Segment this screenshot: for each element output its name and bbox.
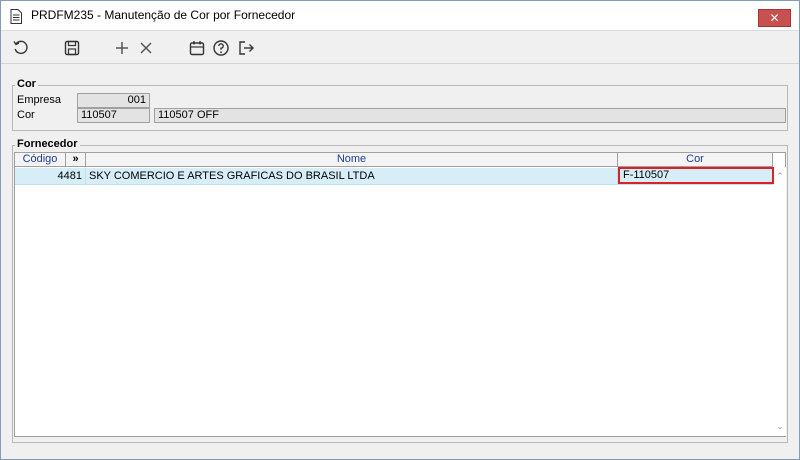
window-title: PRDFM235 - Manutenção de Cor por Fornece… [31,8,296,22]
main-window: PRDFM235 - Manutenção de Cor por Fornece… [0,0,800,460]
cor-description-field: 110507 OFF [154,108,786,123]
add-icon[interactable] [113,39,131,57]
column-header-codigo[interactable]: Código [15,153,66,167]
delete-icon[interactable] [137,39,155,57]
scroll-down-icon[interactable]: ⌄ [774,420,786,432]
save-icon[interactable] [63,39,81,57]
column-header-expand[interactable]: » [66,153,86,167]
fornecedor-group-title: Fornecedor [15,138,80,150]
close-button[interactable]: ✕ [758,9,791,27]
cor-code-field[interactable]: 110507 [77,108,150,123]
cell-cor-editing[interactable]: F-110507 [618,167,774,184]
scroll-up-icon[interactable]: ⌃ [774,170,786,182]
vertical-scrollbar[interactable]: ⌃ ⌄ [774,167,786,436]
toolbar [1,32,799,64]
document-icon [10,9,22,24]
exit-icon[interactable] [237,39,255,57]
title-bar: PRDFM235 - Manutenção de Cor por Fornece… [1,1,799,31]
column-header-nome[interactable]: Nome [86,153,618,167]
column-header-cor[interactable]: Cor [618,153,773,167]
calendar-icon[interactable] [188,39,206,57]
cor-label: Cor [17,109,35,121]
refresh-icon[interactable] [12,39,30,57]
cell-codigo[interactable]: 4481 [15,168,86,184]
fornecedor-grid: Código » Nome Cor 4481 SKY COMERCIO E AR… [14,152,786,437]
empresa-field[interactable]: 001 [77,93,150,108]
cell-nome[interactable]: SKY COMERCIO E ARTES GRAFICAS DO BRASIL … [86,168,618,184]
cor-group-title: Cor [15,78,38,90]
help-icon[interactable] [212,39,230,57]
empresa-label: Empresa [17,94,62,106]
